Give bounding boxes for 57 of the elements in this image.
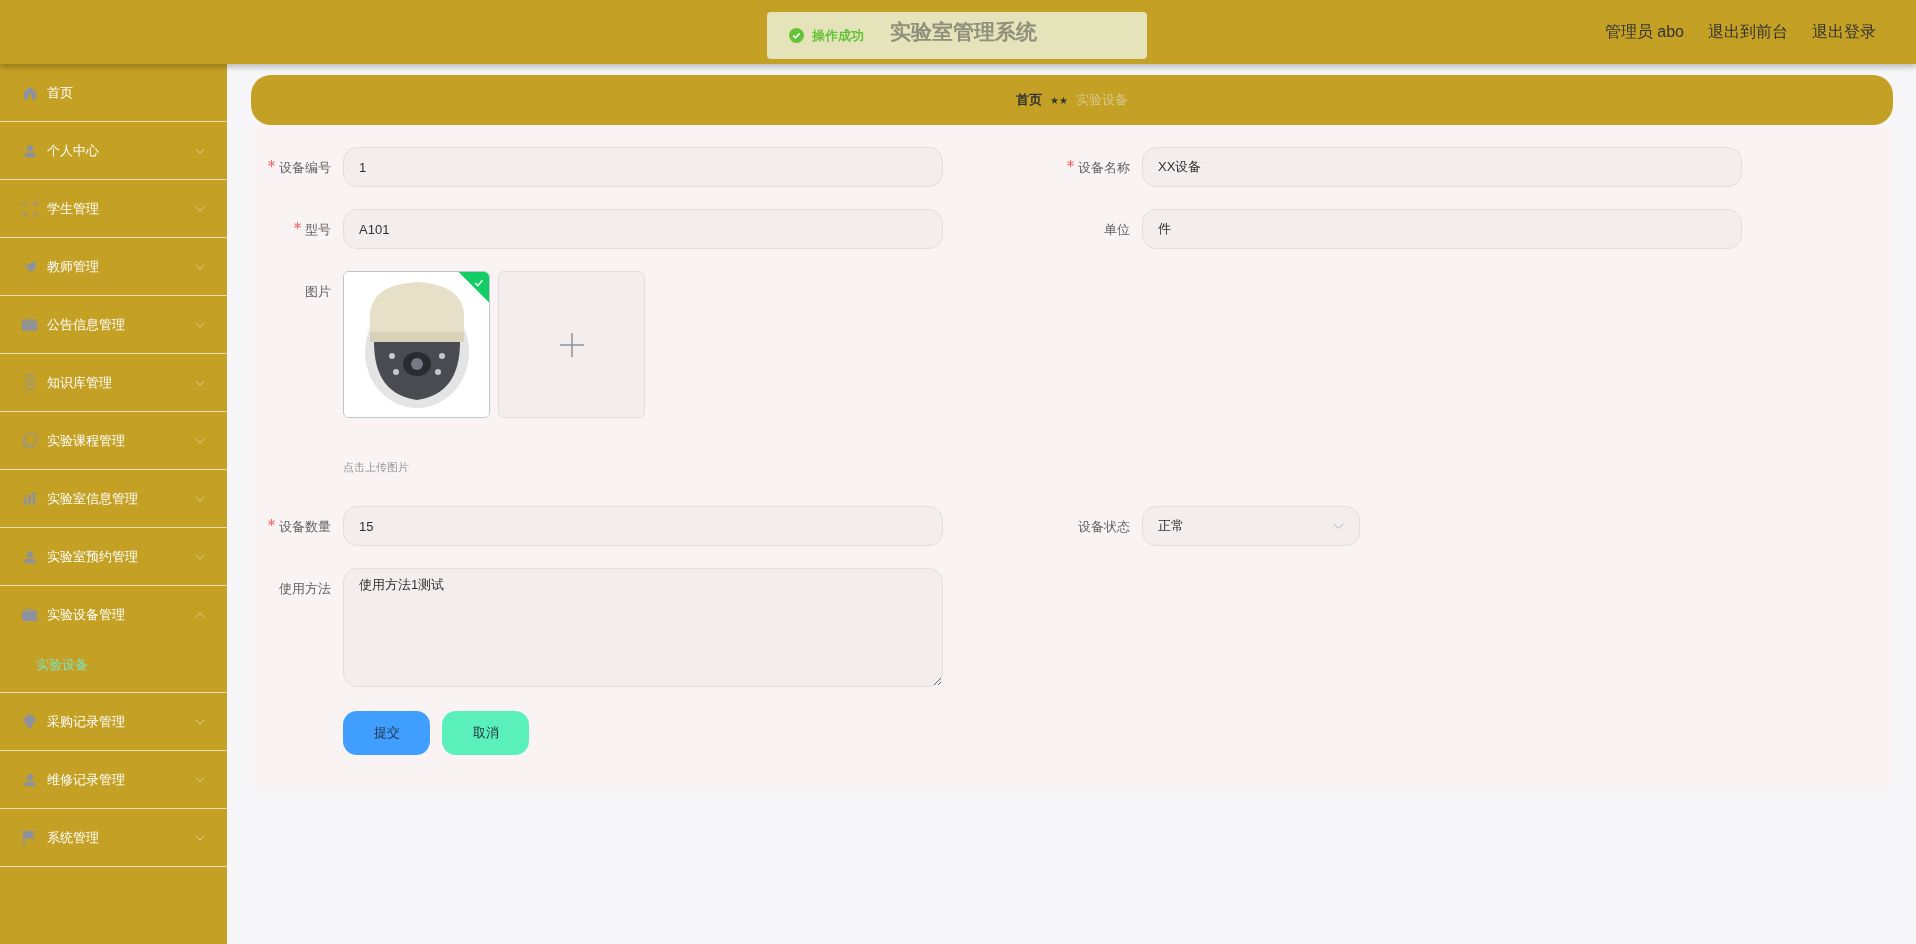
breadcrumb-link[interactable]: 首页: [1016, 90, 1042, 110]
input-field[interactable]: 1: [343, 147, 943, 187]
user-icon: [22, 549, 37, 564]
field-label: 设备名称: [1078, 159, 1130, 177]
breadcrumb-separator: ★★: [1050, 93, 1068, 108]
app-title: 实验室管理系统: [889, 19, 1037, 46]
bar-chart-icon: [22, 492, 37, 505]
cancel-button[interactable]: 取消: [442, 711, 529, 755]
home-icon: [22, 85, 37, 100]
field-label: 使用方法: [279, 580, 331, 598]
header-link[interactable]: 退出到前台: [1708, 20, 1788, 44]
sidebar-item[interactable]: 实验课程管理: [0, 412, 227, 469]
breadcrumb-link[interactable]: 实验设备: [1076, 90, 1128, 110]
device-icon: [24, 375, 35, 390]
sidebar-item[interactable]: 公告信息管理: [0, 296, 227, 353]
field-label: 图片: [305, 283, 331, 301]
sidebar-item[interactable]: 个人中心: [0, 122, 227, 179]
input-field[interactable]: 件: [1142, 209, 1742, 249]
frame-icon: [22, 201, 37, 216]
copy-icon: [22, 433, 37, 448]
field-label: 设备数量: [279, 518, 331, 536]
user-icon: [22, 772, 37, 787]
mail-icon: [22, 318, 37, 331]
flag-icon: [23, 830, 36, 845]
field-label: 型号: [305, 221, 331, 239]
field-label: 单位: [1104, 221, 1130, 239]
upload-button[interactable]: [498, 271, 645, 418]
sidebar-item[interactable]: 知识库管理: [0, 354, 227, 411]
sidebar-item[interactable]: 维修记录管理: [0, 751, 227, 808]
sidebar-item[interactable]: 采购记录管理: [0, 693, 227, 750]
field-label: 设备状态: [1078, 518, 1130, 536]
sidebar-item[interactable]: 系统管理: [0, 809, 227, 866]
input-field[interactable]: XX设备: [1142, 147, 1742, 187]
sidebar-item[interactable]: 实验室信息管理: [0, 470, 227, 527]
upload-hint: 点击上传图片: [343, 461, 409, 473]
header-link[interactable]: 退出登录: [1812, 20, 1876, 44]
briefcase-icon: [22, 608, 37, 621]
toast-message: 操作成功: [812, 26, 864, 45]
chevron-down-icon: [1333, 522, 1344, 530]
send-icon: [22, 259, 37, 274]
input-field[interactable]: 15: [343, 506, 943, 546]
sidebar-subitem[interactable]: 实验设备: [36, 654, 88, 675]
sidebar-item[interactable]: 学生管理: [0, 180, 227, 237]
input-field[interactable]: A101: [343, 209, 943, 249]
success-icon: [789, 28, 804, 43]
sidebar-item[interactable]: 实验室预约管理: [0, 528, 227, 585]
plus-icon: [558, 331, 585, 358]
user-name: 管理员 abo: [1604, 22, 1684, 42]
sidebar-item[interactable]: 实验设备管理: [0, 586, 227, 643]
sidebar-item[interactable]: 首页: [0, 64, 227, 121]
field-label: 设备编号: [279, 159, 331, 177]
sidebar-item[interactable]: 教师管理: [0, 238, 227, 295]
text-area[interactable]: 使用方法1测试: [343, 568, 943, 687]
submit-button[interactable]: 提交: [343, 711, 430, 755]
bulb-icon: [23, 714, 36, 729]
select-field[interactable]: 正常: [1142, 506, 1360, 546]
user-icon: [22, 143, 37, 158]
